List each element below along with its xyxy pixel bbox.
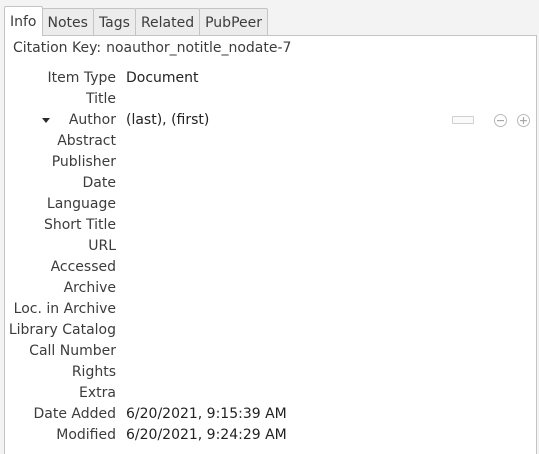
info-panel: Citation Key: noauthor_notitle_nodate-7 I… <box>4 35 537 454</box>
item-type-select[interactable]: Document <box>126 68 199 89</box>
field-label-rights: Rights <box>71 364 116 380</box>
field-row-date: Date <box>5 173 536 194</box>
tab-related[interactable]: Related <box>134 8 201 36</box>
field-row-call-number: Call Number <box>5 341 536 362</box>
field-row-date-added: Date Added 6/20/2021, 9:15:39 AM <box>5 404 536 425</box>
field-label-call-number: Call Number <box>29 343 116 359</box>
field-label-language: Language <box>46 196 116 212</box>
switch-field-mode-icon[interactable] <box>452 116 474 124</box>
tab-pubpeer[interactable]: PubPeer <box>199 8 268 36</box>
field-label-title: Title <box>85 91 116 107</box>
citation-key-label: Citation Key: <box>13 40 102 56</box>
field-row-modified: Modified 6/20/2021, 9:24:29 AM <box>5 425 536 446</box>
field-label-abstract: Abstract <box>57 133 116 149</box>
field-row-accessed: Accessed <box>5 257 536 278</box>
date-added-value: 6/20/2021, 9:15:39 AM <box>126 406 287 422</box>
field-label-extra: Extra <box>79 385 116 401</box>
field-label-accessed: Accessed <box>50 259 116 275</box>
field-row-extra: Extra <box>5 383 536 404</box>
field-label-date-added: Date Added <box>33 406 116 422</box>
field-label-short-title: Short Title <box>43 217 116 233</box>
field-label-date: Date <box>82 175 116 191</box>
field-row-rights: Rights <box>5 362 536 383</box>
field-row-library-catalog: Library Catalog <box>5 320 536 341</box>
field-label-publisher: Publisher <box>51 154 116 170</box>
field-row-url: URL <box>5 236 536 257</box>
citation-key-value[interactable]: noauthor_notitle_nodate-7 <box>106 40 291 56</box>
field-row-publisher: Publisher <box>5 152 536 173</box>
item-pane: Info Notes Tags Related PubPeer Citation… <box>0 0 539 454</box>
field-row-short-title: Short Title <box>5 215 536 236</box>
plus-circle-icon[interactable] <box>517 113 530 127</box>
field-row-author: Author (last), (first) <box>5 110 536 131</box>
minus-circle-icon[interactable] <box>494 113 507 127</box>
modified-value: 6/20/2021, 9:24:29 AM <box>126 427 287 443</box>
field-row-loc-in-archive: Loc. in Archive <box>5 299 536 320</box>
field-row-archive: Archive <box>5 278 536 299</box>
field-row-item-type: Item Type Document <box>5 68 536 89</box>
tab-info[interactable]: Info <box>4 6 43 36</box>
author-name-field[interactable]: (last), (first) <box>126 110 209 131</box>
field-row-abstract: Abstract <box>5 131 536 152</box>
field-label-library-catalog: Library Catalog <box>8 322 116 338</box>
creator-type-dropdown-icon[interactable] <box>41 110 51 131</box>
field-label-author[interactable]: Author <box>69 110 116 131</box>
citation-key-row: Citation Key: noauthor_notitle_nodate-7 <box>13 40 291 56</box>
field-label-archive: Archive <box>63 280 116 296</box>
field-row-title: Title <box>5 89 536 110</box>
field-label-url: URL <box>88 238 116 254</box>
field-label-item-type: Item Type <box>47 70 116 86</box>
tab-notes[interactable]: Notes <box>41 8 94 36</box>
creator-buttons <box>452 113 530 127</box>
field-label-modified: Modified <box>56 427 116 443</box>
item-pane-tabs: Info Notes Tags Related PubPeer <box>4 6 268 36</box>
field-label-loc-in-archive: Loc. in Archive <box>13 301 116 317</box>
tab-tags[interactable]: Tags <box>92 8 136 36</box>
field-row-language: Language <box>5 194 536 215</box>
